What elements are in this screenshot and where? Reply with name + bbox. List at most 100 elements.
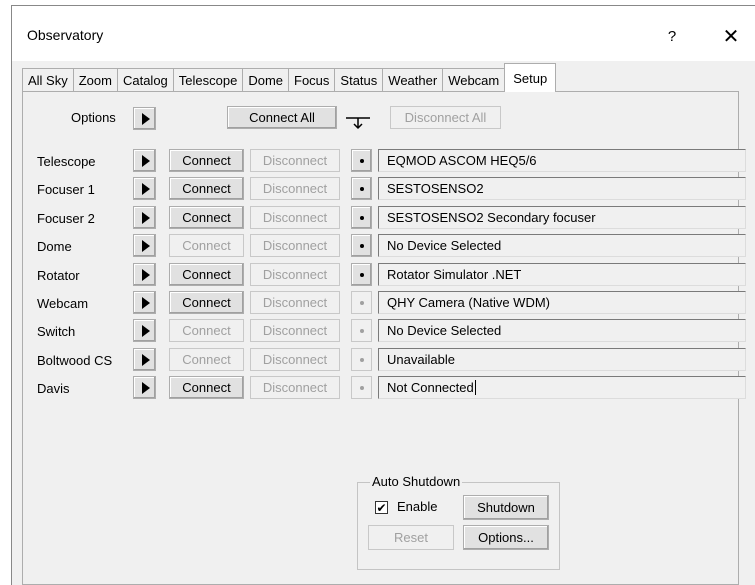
dot-icon	[359, 328, 364, 333]
device-label-davis: Davis	[37, 381, 70, 396]
device-name-focuser-1: SESTOSENSO2	[387, 181, 484, 196]
connect-button-dome[interactable]: Connect	[169, 234, 244, 257]
play-arrow-icon	[141, 154, 150, 167]
device-label-telescope: Telescope	[37, 154, 96, 169]
dot-icon	[359, 243, 364, 248]
device-name-field-focuser-1[interactable]: SESTOSENSO2	[378, 177, 746, 200]
enable-label: Enable	[397, 499, 438, 514]
device-status-button-webcam[interactable]	[351, 291, 372, 314]
play-arrow-icon	[141, 112, 150, 125]
device-arrow-button-davis[interactable]	[133, 376, 156, 399]
close-button[interactable]: ✕	[708, 19, 754, 53]
device-name-field-dome[interactable]: No Device Selected	[378, 234, 746, 257]
disconnect-button-focuser-1[interactable]: Disconnect	[250, 177, 340, 200]
disconnect-button-webcam[interactable]: Disconnect	[250, 291, 340, 314]
device-label-focuser-1: Focuser 1	[37, 182, 95, 197]
tab-status[interactable]: Status	[335, 68, 384, 92]
play-arrow-icon	[141, 182, 150, 195]
device-status-button-boltwood-cs[interactable]	[351, 348, 372, 371]
device-arrow-button-telescope[interactable]	[133, 149, 156, 172]
device-status-button-focuser-1[interactable]	[351, 177, 372, 200]
connect-button-switch[interactable]: Connect	[169, 319, 244, 342]
device-arrow-button-switch[interactable]	[133, 319, 156, 342]
checkmark-icon: ✔	[376, 500, 387, 515]
device-arrow-button-dome[interactable]	[133, 234, 156, 257]
device-name-field-rotator[interactable]: Rotator Simulator .NET	[378, 263, 746, 286]
device-name-davis: Not Connected	[387, 380, 474, 395]
text-caret	[474, 380, 476, 395]
device-name-field-focuser-2[interactable]: SESTOSENSO2 Secondary focuser	[378, 206, 746, 229]
options-arrow-button[interactable]	[133, 107, 156, 130]
play-arrow-icon	[141, 211, 150, 224]
tab-setup[interactable]: Setup	[504, 63, 557, 92]
device-arrow-button-webcam[interactable]	[133, 291, 156, 314]
disconnect-button-telescope[interactable]: Disconnect	[250, 149, 340, 172]
disconnect-button-switch[interactable]: Disconnect	[250, 319, 340, 342]
connect-button-rotator[interactable]: Connect	[169, 263, 244, 286]
device-name-dome: No Device Selected	[387, 238, 502, 253]
device-status-button-rotator[interactable]	[351, 263, 372, 286]
tab-all-sky[interactable]: All Sky	[22, 68, 74, 92]
device-name-field-webcam[interactable]: QHY Camera (Native WDM)	[378, 291, 746, 314]
device-status-button-dome[interactable]	[351, 234, 372, 257]
device-name-telescope: EQMOD ASCOM HEQ5/6	[387, 153, 537, 168]
reset-button[interactable]: Reset	[368, 525, 454, 550]
device-name-rotator: Rotator Simulator .NET	[387, 267, 522, 282]
device-arrow-button-boltwood-cs[interactable]	[133, 348, 156, 371]
enable-checkbox[interactable]: ✔	[375, 501, 388, 514]
device-arrow-button-focuser-2[interactable]	[133, 206, 156, 229]
device-status-button-telescope[interactable]	[351, 149, 372, 172]
disconnect-all-button[interactable]: Disconnect All	[390, 106, 501, 129]
tab-telescope[interactable]: Telescope	[173, 68, 244, 92]
disconnect-button-davis[interactable]: Disconnect	[250, 376, 340, 399]
device-name-switch: No Device Selected	[387, 323, 502, 338]
device-status-button-focuser-2[interactable]	[351, 206, 372, 229]
device-label-webcam: Webcam	[37, 296, 89, 311]
device-name-focuser-2: SESTOSENSO2 Secondary focuser	[387, 210, 596, 225]
help-button[interactable]: ?	[652, 19, 692, 53]
device-name-field-telescope[interactable]: EQMOD ASCOM HEQ5/6	[378, 149, 746, 172]
dot-icon	[359, 357, 364, 362]
disconnect-button-rotator[interactable]: Disconnect	[250, 263, 340, 286]
device-label-focuser-2: Focuser 2	[37, 211, 95, 226]
tab-weather[interactable]: Weather	[383, 68, 444, 92]
tab-dome[interactable]: Dome	[243, 68, 290, 92]
play-arrow-icon	[141, 239, 150, 252]
dot-icon	[359, 300, 364, 305]
connect-button-focuser-1[interactable]: Connect	[169, 177, 244, 200]
device-status-button-davis[interactable]	[351, 376, 372, 399]
dot-icon	[359, 385, 364, 390]
device-label-boltwood-cs: Boltwood CS	[37, 353, 113, 368]
connect-all-button[interactable]: Connect All	[227, 106, 337, 129]
device-name-field-davis[interactable]: Not Connected	[378, 376, 746, 399]
device-arrow-button-focuser-1[interactable]	[133, 177, 156, 200]
disconnect-button-dome[interactable]: Disconnect	[250, 234, 340, 257]
device-status-button-switch[interactable]	[351, 319, 372, 342]
connect-button-telescope[interactable]: Connect	[169, 149, 244, 172]
device-arrow-button-rotator[interactable]	[133, 263, 156, 286]
disconnect-button-boltwood-cs[interactable]: Disconnect	[250, 348, 340, 371]
device-name-webcam: QHY Camera (Native WDM)	[387, 295, 551, 310]
connect-button-davis[interactable]: Connect	[169, 376, 244, 399]
dot-icon	[359, 272, 364, 277]
tab-zoom[interactable]: Zoom	[73, 68, 118, 92]
dot-icon	[359, 186, 364, 191]
tab-strip: All Sky Zoom Catalog Telescope Dome Focu…	[22, 62, 557, 92]
connect-button-webcam[interactable]: Connect	[169, 291, 244, 314]
window-title: Observatory	[27, 27, 104, 43]
connect-button-boltwood-cs[interactable]: Connect	[169, 348, 244, 371]
tab-focus[interactable]: Focus	[289, 68, 336, 92]
tab-webcam[interactable]: Webcam	[443, 68, 506, 92]
connect-button-focuser-2[interactable]: Connect	[169, 206, 244, 229]
device-label-dome: Dome	[37, 239, 72, 254]
device-label-rotator: Rotator	[37, 268, 80, 283]
device-name-field-boltwood-cs[interactable]: Unavailable	[378, 348, 746, 371]
disconnect-button-focuser-2[interactable]: Disconnect	[250, 206, 340, 229]
play-arrow-icon	[141, 381, 150, 394]
shutdown-button[interactable]: Shutdown	[463, 495, 549, 520]
auto-shutdown-options-button[interactable]: Options...	[463, 525, 549, 550]
device-name-field-switch[interactable]: No Device Selected	[378, 319, 746, 342]
play-arrow-icon	[141, 268, 150, 281]
play-arrow-icon	[141, 353, 150, 366]
tab-catalog[interactable]: Catalog	[117, 68, 174, 92]
